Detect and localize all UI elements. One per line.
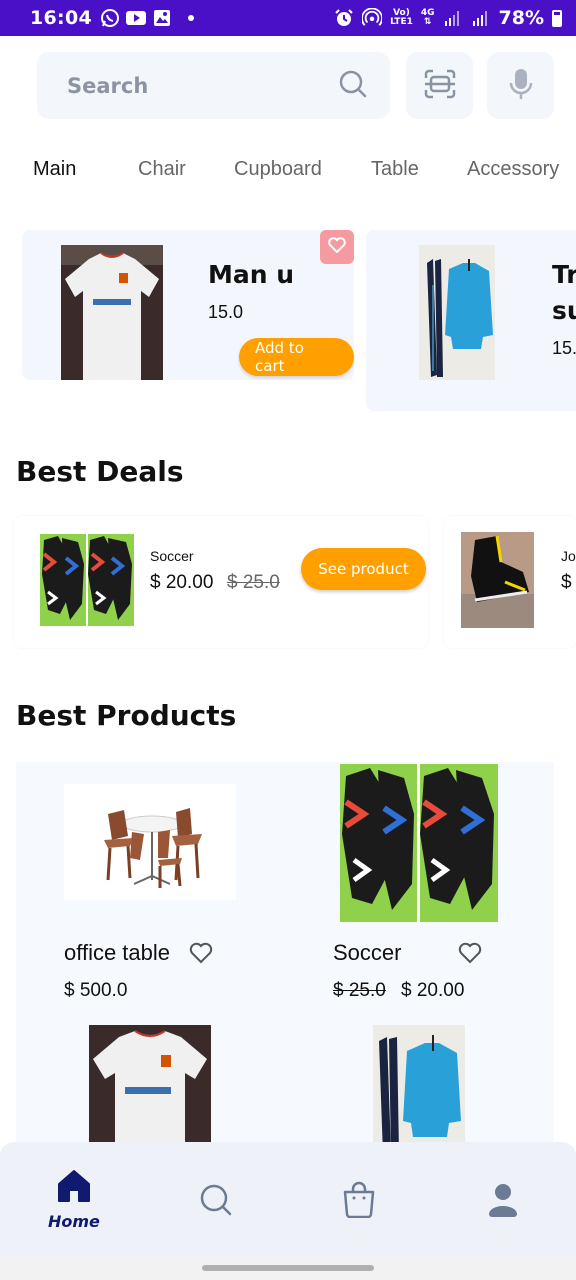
tab-table[interactable]: Table: [371, 158, 419, 181]
lte-text: LTE1: [390, 17, 413, 27]
product-price: 15.0: [208, 302, 244, 322]
product-card[interactable]: office table $ 500.0: [16, 762, 285, 1022]
heart-icon[interactable]: [189, 942, 213, 968]
volte-indicator: Vo) LTE1: [390, 9, 413, 27]
deal-image: [461, 532, 534, 628]
search-input[interactable]: Search: [37, 52, 390, 119]
signal-icon: [443, 8, 463, 28]
best-deals-title: Best Deals: [16, 455, 184, 488]
status-time: 16:04: [30, 7, 92, 29]
product-name: Man u: [208, 260, 295, 289]
product-price: 15.: [552, 338, 576, 358]
product-image: [61, 245, 163, 380]
product-card[interactable]: [16, 1022, 285, 1142]
product-image: [89, 1025, 211, 1142]
product-name: Tr: [552, 260, 576, 289]
nav-home-label: Home: [48, 1212, 100, 1231]
deal-label: Soccer: [150, 548, 194, 564]
gallery-icon: [152, 8, 172, 28]
bottom-navigation: Home: [0, 1142, 576, 1257]
category-tabs: Main Chair Cupboard Table Accessory: [0, 158, 576, 188]
deal-price: $: [561, 572, 572, 593]
product-card[interactable]: [285, 1022, 554, 1142]
system-gesture-area: [0, 1257, 576, 1280]
tab-main[interactable]: Main: [33, 158, 76, 181]
product-image: [419, 245, 495, 380]
scan-icon: [423, 69, 457, 103]
network-type-text: 4G: [420, 8, 435, 18]
favorite-button[interactable]: [320, 230, 354, 264]
heart-icon[interactable]: [458, 942, 482, 968]
nav-profile[interactable]: [487, 1182, 519, 1222]
see-product-button[interactable]: See product: [301, 548, 426, 590]
microphone-icon: [508, 68, 534, 104]
featured-card[interactable]: Tr su 15.: [366, 230, 576, 411]
tab-accessory[interactable]: Accessory: [467, 158, 559, 181]
voice-search-button[interactable]: [487, 52, 554, 119]
home-indicator-bar[interactable]: [202, 1265, 374, 1271]
nav-search[interactable]: [198, 1182, 234, 1222]
product-card[interactable]: Soccer $ 25.0 $ 20.00: [285, 762, 554, 1022]
search-icon[interactable]: [338, 69, 368, 103]
home-icon: [56, 1168, 92, 1208]
notification-dot-icon: [187, 15, 194, 21]
alarm-icon: [334, 8, 354, 28]
deal-image: [40, 534, 134, 626]
youtube-icon: [125, 8, 146, 28]
status-right: Vo) LTE1 4G ⇅ 78%: [334, 7, 562, 29]
product-name-line2: su: [552, 296, 576, 325]
deal-card[interactable]: Soccer $ 20.00 $ 25.0 See product: [14, 516, 428, 648]
battery-percent: 78%: [498, 7, 544, 29]
tab-cupboard[interactable]: Cupboard: [234, 158, 322, 181]
nav-cart[interactable]: [341, 1180, 377, 1222]
battery-icon: [552, 9, 562, 27]
search-placeholder: Search: [67, 73, 149, 98]
search-icon: [198, 1182, 234, 1222]
scan-button[interactable]: [406, 52, 473, 119]
product-price: $ 500.0: [64, 980, 128, 1001]
best-products-title: Best Products: [16, 699, 237, 732]
deal-card[interactable]: Jo $: [444, 516, 576, 648]
deal-old-price: $ 25.0: [227, 572, 280, 593]
featured-card[interactable]: Man u 15.0 Add to cart: [22, 230, 354, 380]
shopping-bag-icon: [341, 1180, 377, 1222]
signal-2-icon: [471, 8, 491, 28]
user-icon: [487, 1182, 519, 1222]
product-image: [373, 1025, 465, 1142]
product-name: Soccer: [333, 940, 402, 965]
status-bar: 16:04 Vo) LTE1 4G ⇅ 78%: [0, 0, 576, 36]
product-price: $ 20.00: [401, 980, 465, 1001]
product-name: office table: [64, 940, 171, 965]
whatsapp-icon: [100, 8, 120, 28]
deal-price: $ 20.00: [150, 572, 214, 593]
deal-label: Jo: [561, 548, 576, 564]
product-old-price: $ 25.0: [333, 980, 386, 1001]
product-image: [340, 764, 498, 922]
hotspot-icon: [362, 8, 383, 28]
nav-home[interactable]: Home: [48, 1168, 100, 1231]
product-image: [64, 784, 236, 900]
tab-chair[interactable]: Chair: [138, 158, 186, 181]
network-type-indicator: 4G ⇅: [420, 8, 435, 27]
add-to-cart-button[interactable]: Add to cart: [239, 338, 354, 376]
heart-icon: [328, 237, 346, 257]
status-notification-icons: [100, 8, 194, 28]
